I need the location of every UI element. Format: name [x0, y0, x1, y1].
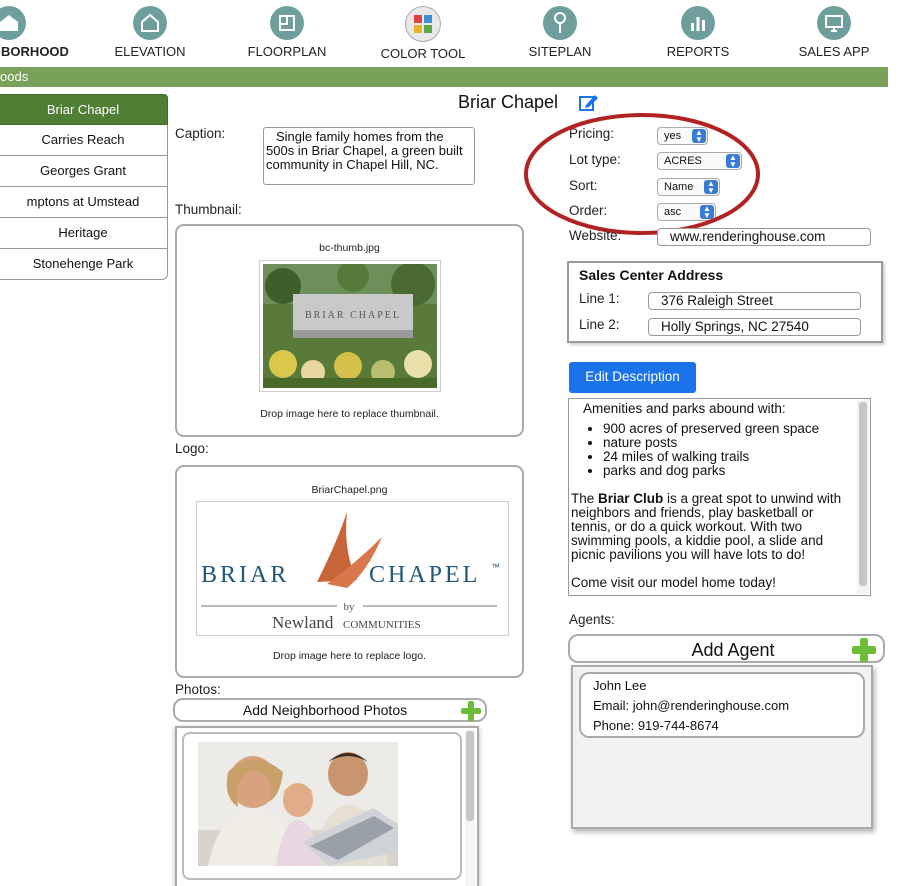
sales-center-title: Sales Center Address: [579, 267, 724, 283]
agent-name: John Lee: [593, 678, 647, 693]
nav-elevation[interactable]: ELEVATION: [110, 0, 190, 66]
line2-field[interactable]: Holly Springs, NC 27540: [648, 318, 861, 336]
house-icon: [0, 6, 26, 40]
section-bar-label: oods: [0, 69, 29, 84]
plus-icon: [461, 701, 481, 721]
briar-club-bold: Briar Club: [598, 491, 664, 506]
logo-drop-text: Drop image here to replace logo.: [273, 650, 426, 662]
list-item: 24 miles of walking trails: [603, 450, 851, 464]
bar-chart-icon: [681, 6, 715, 40]
logo-filename: BriarChapel.png: [311, 484, 388, 496]
sidebar-item-heritage[interactable]: Heritage: [0, 218, 168, 249]
add-agent-button[interactable]: Add Agent: [568, 634, 885, 663]
sidebar-item-briar-chapel[interactable]: Briar Chapel: [0, 94, 168, 125]
sales-center-box: Sales Center Address Line 1: 376 Raleigh…: [567, 261, 883, 343]
edit-description-button[interactable]: Edit Description: [569, 362, 696, 393]
sidebar-item-georges-grant[interactable]: Georges Grant: [0, 156, 168, 187]
list-item: nature posts: [603, 436, 851, 450]
nav-label: COLOR TOOL: [380, 46, 466, 61]
nav-color-tool[interactable]: COLOR TOOL: [378, 0, 468, 66]
website-label: Website:: [569, 228, 622, 243]
description-box[interactable]: Amenities and parks abound with: 900 acr…: [568, 398, 871, 596]
list-item: parks and dog parks: [603, 464, 851, 478]
floorplan-icon: [270, 6, 304, 40]
logo-label: Logo:: [175, 441, 209, 456]
add-agent-label: Add Agent: [691, 640, 775, 660]
photo-family: [198, 742, 398, 866]
thumbnail-drop-text: Drop image here to replace thumbnail.: [260, 408, 439, 420]
line1-field[interactable]: 376 Raleigh Street: [648, 292, 861, 310]
line2-label: Line 2:: [579, 317, 620, 332]
agents-label: Agents:: [569, 612, 615, 627]
description-closing: Come visit our model home today!: [571, 575, 776, 590]
logo-dropzone[interactable]: BriarChapel.png BRIAR CHAPEL ™ by Newlan…: [175, 465, 524, 678]
logo-image: BRIAR CHAPEL ™ by Newland COMMUNITIES: [196, 501, 509, 636]
logo-by: by: [344, 601, 356, 613]
add-photos-button[interactable]: Add Neighborhood Photos: [173, 698, 487, 722]
house-outline-icon: [133, 6, 167, 40]
nav-label: REPORTS: [666, 44, 730, 59]
description-bullets: 900 acres of preserved green space natur…: [571, 422, 851, 478]
nav-label: SITEPLAN: [528, 44, 592, 59]
nav-reports[interactable]: REPORTS: [658, 0, 738, 66]
nav-label: SALES APP: [798, 44, 870, 59]
caption-label: Caption:: [175, 126, 226, 141]
highlight-circle: [524, 113, 760, 235]
photos-scrollbar[interactable]: [465, 730, 475, 886]
logo-communities: COMMUNITIES: [343, 619, 421, 631]
sidebar-item-umstead[interactable]: mptons at Umstead: [0, 187, 168, 218]
photos-list[interactable]: [175, 726, 479, 886]
nav-neighborhood[interactable]: BORHOOD: [0, 0, 74, 66]
description-content: Amenities and parks abound with: 900 acr…: [571, 402, 851, 590]
paragraph-lead: The: [571, 491, 599, 506]
sidebar-item-carries-reach[interactable]: Carries Reach: [0, 125, 168, 156]
sidebar-item-stonehenge-park[interactable]: Stonehenge Park: [0, 249, 168, 280]
agent-email: Email: john@renderinghouse.com: [593, 698, 790, 713]
map-pin-icon: [543, 6, 577, 40]
description-intro: Amenities and parks abound with:: [583, 401, 786, 416]
description-scroll-thumb[interactable]: [859, 402, 867, 586]
list-item: 900 acres of preserved green space: [603, 422, 851, 436]
nav-sales-app[interactable]: SALES APP: [794, 0, 874, 66]
agent-phone: Phone: 919-744-8674: [593, 718, 719, 733]
color-tool-icon: [405, 6, 441, 42]
section-bar: oods: [0, 67, 888, 87]
website-field[interactable]: www.renderinghouse.com: [657, 228, 871, 246]
thumbnail-image: BRIAR CHAPEL: [259, 260, 441, 392]
photos-scroll-thumb[interactable]: [466, 731, 474, 821]
agent-card[interactable]: John Lee Email: john@renderinghouse.com …: [579, 672, 865, 738]
photos-label: Photos:: [175, 682, 221, 697]
photo-card[interactable]: [182, 732, 462, 880]
add-photos-label: Add Neighborhood Photos: [242, 702, 408, 718]
plus-icon: [852, 638, 876, 662]
thumbnail-dropzone[interactable]: bc-thumb.jpg BRIAR CHAPEL Drop image her…: [175, 224, 524, 437]
agents-list: John Lee Email: john@renderinghouse.com …: [571, 665, 873, 829]
description-paragraph: The Briar Club is a great spot to unwind…: [571, 492, 851, 562]
neighborhood-list: Briar Chapel Carries Reach Georges Grant…: [0, 94, 168, 280]
caption-field[interactable]: Single family homes from the 500s in Bri…: [263, 127, 475, 185]
description-scrollbar[interactable]: [857, 400, 869, 594]
thumbnail-label: Thumbnail:: [175, 202, 242, 217]
thumbnail-filename: bc-thumb.jpg: [319, 242, 380, 254]
logo-newland: Newland: [272, 613, 334, 632]
nav-label: BORHOOD: [1, 44, 69, 59]
logo-tm: ™: [491, 562, 500, 572]
thumbnail-sign-text: BRIAR CHAPEL: [305, 310, 401, 321]
nav-floorplan[interactable]: FLOORPLAN: [244, 0, 330, 66]
nav-label: FLOORPLAN: [247, 44, 327, 59]
line1-label: Line 1:: [579, 291, 620, 306]
logo-chapel: CHAPEL: [369, 562, 480, 588]
nav-siteplan[interactable]: SITEPLAN: [520, 0, 600, 66]
logo-briar: BRIAR: [201, 562, 289, 588]
monitor-icon: [817, 6, 851, 40]
nav-label: ELEVATION: [114, 44, 186, 59]
